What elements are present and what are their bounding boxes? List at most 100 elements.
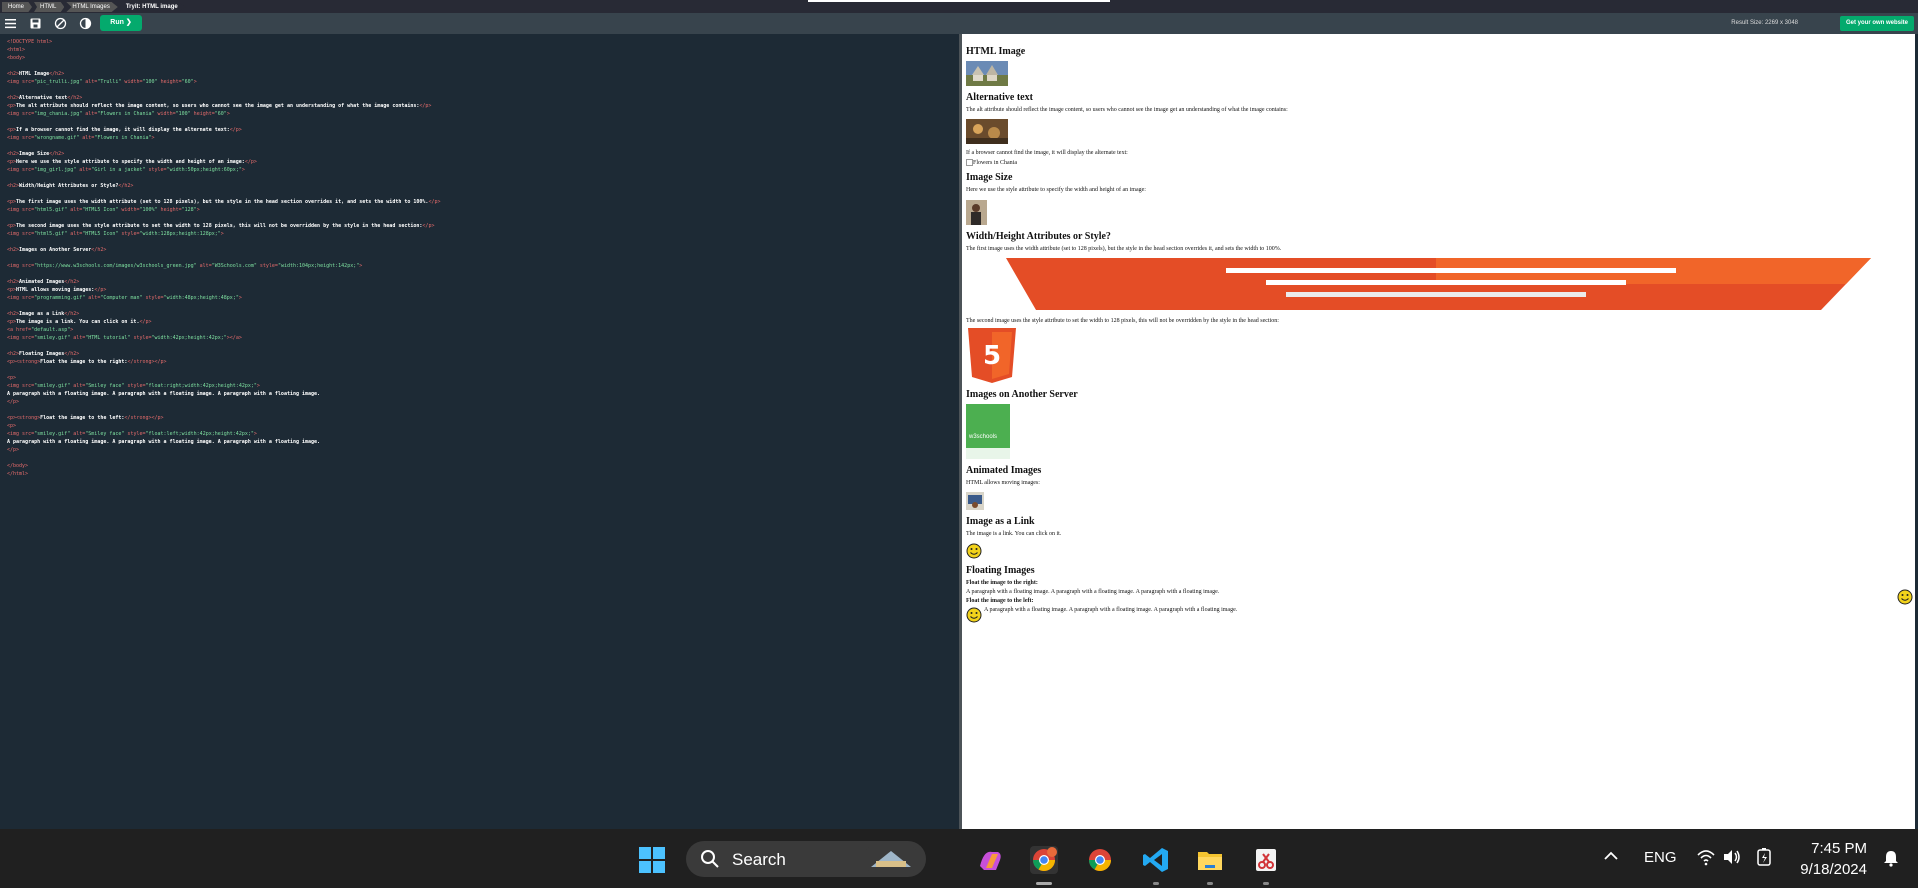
code-line[interactable]: <p><strong>Float the image to the left:<… [7,414,954,422]
code-line[interactable]: </html> [7,470,954,478]
code-line[interactable] [7,454,954,462]
result-size-label: Result Size: 2269 x 3048 [1731,20,1798,26]
code-line[interactable]: <h2>Animated Images</h2> [7,278,954,286]
clock-date[interactable]: 9/18/2024 [1787,861,1867,878]
code-line[interactable] [7,366,954,374]
breadcrumb-current: Tryit: HTML image [119,2,186,12]
html5-icon-image: 5 [968,328,1016,383]
breadcrumb-html[interactable]: HTML [34,2,65,12]
code-line[interactable]: <a href="default.asp"> [7,326,954,334]
wifi-icon[interactable] [1696,848,1716,871]
search-label: Search [732,850,786,869]
code-line[interactable]: </body> [7,462,954,470]
code-line[interactable] [7,62,954,70]
code-line[interactable]: <html> [7,46,954,54]
code-line[interactable]: </p> [7,398,954,406]
code-line[interactable] [7,190,954,198]
save-icon[interactable] [29,17,42,30]
code-line[interactable]: A paragraph with a floating image. A par… [7,438,954,446]
code-line[interactable]: <img src="pic_trulli.jpg" alt="Trulli" w… [7,78,954,86]
snipping-tool-icon[interactable] [1252,846,1280,874]
code-line[interactable]: <img src="https://www.w3schools.com/imag… [7,262,954,270]
code-line[interactable]: <body> [7,54,954,62]
code-line[interactable] [7,118,954,126]
heading-html-image: HTML Image [966,46,1026,57]
code-line[interactable]: <p><strong>Float the image to the right:… [7,358,954,366]
code-line[interactable]: <img src="wrongname.gif" alt="Flowers in… [7,134,954,142]
get-own-website-button[interactable]: Get your own website [1839,16,1914,31]
code-line[interactable] [7,86,954,94]
notification-bell-icon[interactable] [1882,849,1900,872]
code-line[interactable]: <img src="img_chania.jpg" alt="Flowers i… [7,110,954,118]
code-line[interactable]: <p>HTML allows moving images:</p> [7,286,954,294]
breadcrumb-html-images[interactable]: HTML Images [66,2,118,12]
code-line[interactable]: <h2>Width/Height Attributes or Style?</h… [7,182,954,190]
theme-toggle-icon[interactable] [79,17,92,30]
code-line[interactable]: A paragraph with a floating image. A par… [7,390,954,398]
code-line[interactable]: <h2>Image as a Link</h2> [7,310,954,318]
chania-image [966,119,1008,144]
clock-time[interactable]: 7:45 PM [1787,840,1867,857]
search-highlight-icon [866,847,916,871]
code-line[interactable] [7,238,954,246]
battery-charging-icon[interactable] [1756,847,1774,872]
code-editor[interactable]: <!DOCTYPE html> <html> <body> <h2>HTML Imag… [2,34,962,829]
float-right-label: Float the image to the right: [966,580,1038,586]
smiley-link-icon[interactable] [966,543,982,559]
girl-image [966,200,987,225]
code-line[interactable]: <h2>Alternative text</h2> [7,94,954,102]
code-line[interactable]: <p>Here we use the style attribute to sp… [7,158,954,166]
language-indicator[interactable]: ENG [1644,849,1677,866]
code-line[interactable]: <img src="img_girl.jpg" alt="Girl in a j… [7,166,954,174]
code-line[interactable] [7,302,954,310]
code-line[interactable]: <img src="smiley.gif" alt="Smiley face" … [7,430,954,438]
code-line[interactable]: <img src="html5.gif" alt="HTML5 Icon" st… [7,230,954,238]
volume-icon[interactable] [1722,848,1742,871]
editor-toolbar: Run ❯ Result Size: 2269 x 3048 Get your … [0,13,1918,34]
taskbar-search[interactable]: Search [686,841,926,877]
code-line[interactable]: <p> [7,374,954,382]
copilot-icon[interactable] [976,846,1004,874]
heading-image-as-link: Image as a Link [966,516,1035,527]
code-line[interactable]: <h2>Images on Another Server</h2> [7,246,954,254]
code-line[interactable]: <p>The alt attribute should reflect the … [7,102,954,110]
vscode-icon[interactable] [1142,846,1170,874]
float-right-label-para: Float the image to the right: [966,580,1911,586]
code-line[interactable] [7,270,954,278]
show-hidden-icons-chevron-icon[interactable] [1603,848,1619,869]
code-line[interactable] [7,254,954,262]
menu-icon[interactable] [4,17,17,30]
code-line[interactable]: <img src="programming.gif" alt="Computer… [7,294,954,302]
code-line[interactable]: <p>The second image uses the style attri… [7,222,954,230]
code-line[interactable]: <h2>HTML Image</h2> [7,70,954,78]
heading-image-size: Image Size [966,172,1013,183]
file-explorer-icon[interactable] [1196,846,1224,874]
code-line[interactable]: <h2>Image Size</h2> [7,150,954,158]
float-left-label-para: Float the image to the left: [966,598,1911,604]
code-line[interactable]: <p>The first image uses the width attrib… [7,198,954,206]
chrome-profile-icon[interactable] [1030,846,1058,874]
code-line[interactable]: <!DOCTYPE html> [7,38,954,46]
code-line[interactable]: <img src="smiley.gif" alt="Smiley face" … [7,382,954,390]
code-line[interactable]: <p>If a browser cannot find the image, i… [7,126,954,134]
code-line[interactable] [7,342,954,350]
code-line[interactable] [7,214,954,222]
taskbar: Search ENG 7:45 PM 9/18/2024 [0,829,1918,888]
broken-image-icon [966,159,973,166]
code-line[interactable]: <h2>Floating Images</h2> [7,350,954,358]
code-line[interactable]: <img src="smiley.gif" alt="HTML tutorial… [7,334,954,342]
windows-start-icon[interactable] [638,846,666,874]
code-line[interactable]: <p>The image is a link. You can click on… [7,318,954,326]
breadcrumb-home[interactable]: Home [2,2,33,12]
code-line[interactable]: <img src="html5.gif" alt="HTML5 Icon" wi… [7,206,954,214]
code-line[interactable] [7,406,954,414]
no-style-icon[interactable] [54,17,67,30]
code-line[interactable]: </p> [7,446,954,454]
heading-animated-images: Animated Images [966,465,1042,476]
run-button[interactable]: Run ❯ [100,15,142,31]
chrome-icon[interactable] [1086,846,1114,874]
code-line[interactable] [7,174,954,182]
code-text[interactable]: <!DOCTYPE html> <html> <body> <h2>HTML Imag… [2,34,959,482]
code-line[interactable]: <p> [7,422,954,430]
code-line[interactable] [7,142,954,150]
